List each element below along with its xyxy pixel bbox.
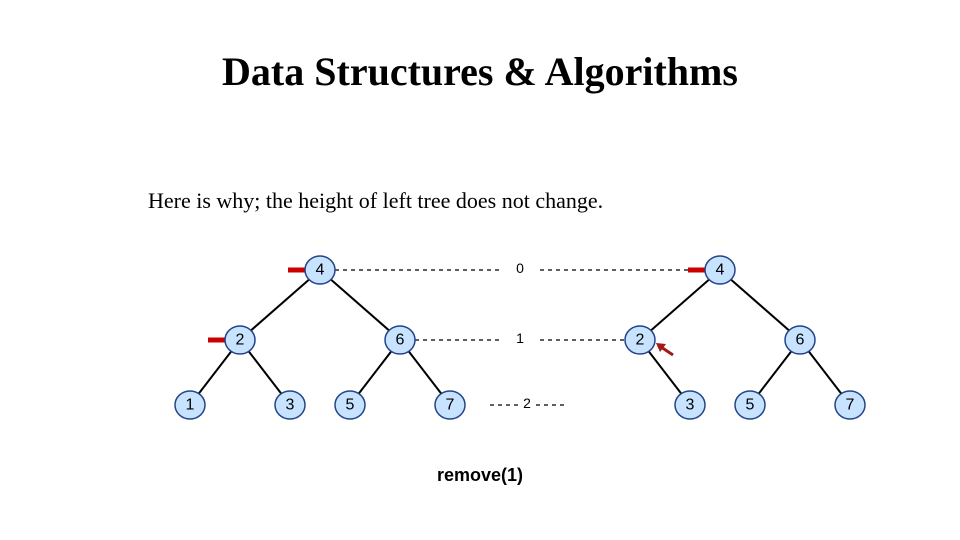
svg-text:7: 7	[446, 397, 455, 414]
right-tree: 4 2 6 3 5 7	[625, 256, 865, 419]
page-title: Data Structures & Algorithms	[0, 48, 960, 95]
svg-text:4: 4	[316, 262, 325, 279]
arrow-icon	[656, 343, 673, 355]
operation-caption: remove(1)	[0, 465, 960, 486]
node-3: 3	[675, 391, 705, 419]
node-5: 5	[735, 391, 765, 419]
node-4: 4	[305, 256, 335, 284]
svg-text:7: 7	[846, 397, 855, 414]
node-3: 3	[275, 391, 305, 419]
level-0-label: 0	[516, 260, 524, 276]
node-1: 1	[175, 391, 205, 419]
node-7: 7	[835, 391, 865, 419]
node-2: 2	[625, 326, 655, 354]
node-2: 2	[225, 326, 255, 354]
left-tree: 4 2 6 1 3 5 7	[175, 256, 465, 419]
subtitle: Here is why; the height of left tree doe…	[148, 188, 603, 214]
svg-text:3: 3	[686, 397, 695, 414]
svg-text:5: 5	[346, 397, 355, 414]
node-6: 6	[785, 326, 815, 354]
node-4: 4	[705, 256, 735, 284]
tree-diagram: 0 1 2 4	[120, 240, 880, 440]
level-2-label: 2	[523, 395, 531, 411]
svg-text:5: 5	[746, 397, 755, 414]
node-7: 7	[435, 391, 465, 419]
svg-text:6: 6	[396, 332, 405, 349]
svg-text:6: 6	[796, 332, 805, 349]
node-5: 5	[335, 391, 365, 419]
svg-text:1: 1	[186, 397, 195, 414]
slide: Data Structures & Algorithms Here is why…	[0, 0, 960, 540]
node-6: 6	[385, 326, 415, 354]
svg-text:4: 4	[716, 262, 725, 279]
svg-text:3: 3	[286, 397, 295, 414]
svg-text:2: 2	[236, 332, 245, 349]
level-1-label: 1	[516, 330, 524, 346]
svg-text:2: 2	[636, 332, 645, 349]
